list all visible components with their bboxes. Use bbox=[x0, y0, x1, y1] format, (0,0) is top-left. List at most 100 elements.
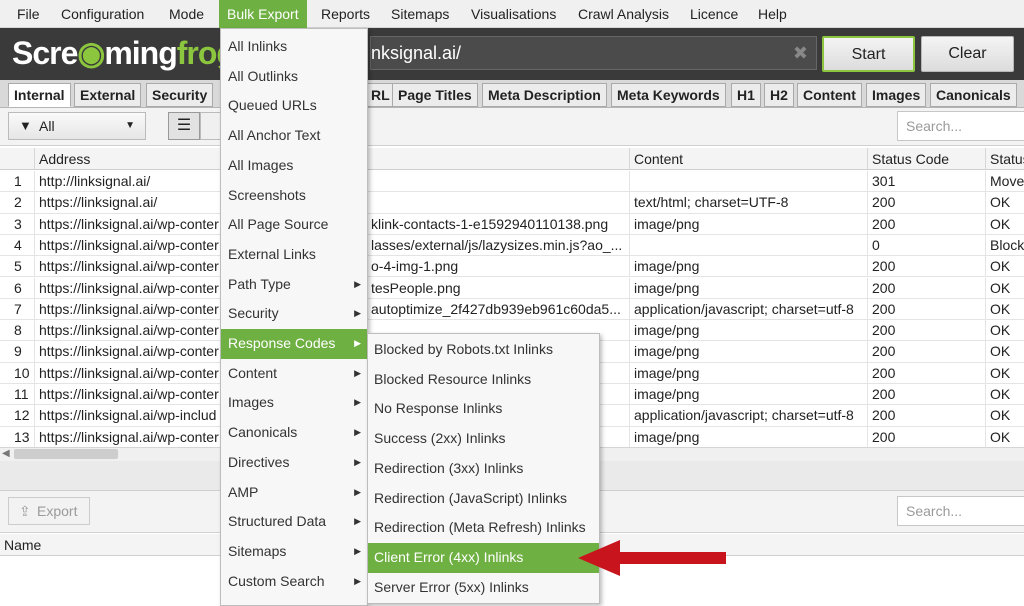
cell-status: OK bbox=[985, 277, 1024, 299]
menu-reports[interactable]: Reports bbox=[321, 0, 370, 28]
table-row[interactable]: 4 https://linksignal.ai/wp-conter lasses/e… bbox=[0, 234, 1024, 257]
url-input[interactable]: nksignal.ai/ ✖ bbox=[370, 36, 817, 70]
menu-item-images[interactable]: Images ▶ bbox=[221, 388, 367, 418]
clear-button[interactable]: Clear bbox=[921, 36, 1014, 72]
submenu-item-redirection-3xx-inlinks[interactable]: Redirection (3xx) Inlinks bbox=[368, 454, 599, 484]
cell-address-overflow: autoptimize_2f427db939eb961c60da5... bbox=[366, 298, 629, 320]
tab-internal[interactable]: Internal bbox=[8, 83, 71, 107]
cell-status-code: 200 bbox=[867, 362, 985, 384]
table-row[interactable]: 3 https://linksignal.ai/wp-conter klink-co… bbox=[0, 213, 1024, 235]
menu-item-all-images[interactable]: All Images bbox=[221, 151, 367, 181]
table-row[interactable]: 7 https://linksignal.ai/wp-conter autoptim… bbox=[0, 298, 1024, 321]
menu-item-label: Canonicals bbox=[228, 424, 298, 441]
filter-toolbar bbox=[0, 108, 1024, 146]
submenu-item-blocked-resource-inlinks[interactable]: Blocked Resource Inlinks bbox=[368, 365, 599, 395]
cell-status-code: 200 bbox=[867, 277, 985, 299]
menu-item-screenshots[interactable]: Screenshots bbox=[221, 181, 367, 211]
menu-help[interactable]: Help bbox=[758, 0, 787, 28]
menu-item-response-codes[interactable]: Response Codes ▶ bbox=[221, 329, 367, 359]
cell-status: OK bbox=[985, 426, 1024, 448]
tab-canonicals[interactable]: Canonicals bbox=[930, 83, 1017, 107]
cell-content: image/png bbox=[629, 384, 867, 405]
cell-status: OK bbox=[985, 256, 1024, 278]
submenu-item-no-response-inlinks[interactable]: No Response Inlinks bbox=[368, 394, 599, 424]
submenu-item-success-2xx-inlinks[interactable]: Success (2xx) Inlinks bbox=[368, 424, 599, 454]
app-logo: Scre◉mingfrog bbox=[12, 35, 236, 71]
menu-item-all-inlinks[interactable]: All Inlinks bbox=[221, 32, 367, 62]
cell-address: https://linksignal.ai/wp-conter bbox=[34, 341, 220, 363]
tab-bar: Internal External Security RL Page Title… bbox=[0, 80, 1024, 108]
menu-sitemaps[interactable]: Sitemaps bbox=[391, 0, 449, 28]
menu-configuration[interactable]: Configuration bbox=[61, 0, 144, 28]
tab-h1[interactable]: H1 bbox=[731, 83, 761, 107]
menu-crawl-analysis[interactable]: Crawl Analysis bbox=[578, 0, 669, 28]
cell-content bbox=[629, 234, 867, 256]
menu-bulk-export[interactable]: Bulk Export bbox=[219, 0, 307, 28]
chevron-right-icon: ▶ bbox=[354, 367, 361, 378]
menu-item-content[interactable]: Content ▶ bbox=[221, 359, 367, 389]
cell-address: https://linksignal.ai/wp-conter bbox=[34, 384, 220, 405]
table-row[interactable]: 5 https://linksignal.ai/wp-conter o-4-img-… bbox=[0, 256, 1024, 278]
tab-meta-keywords[interactable]: Meta Keywords bbox=[611, 83, 726, 107]
menu-item-structured-data[interactable]: Structured Data ▶ bbox=[221, 507, 367, 537]
tab-security[interactable]: Security bbox=[146, 83, 214, 107]
menu-item-external-links[interactable]: External Links bbox=[221, 240, 367, 270]
list-view-button[interactable]: ☰ bbox=[168, 112, 200, 140]
menu-item-canonicals[interactable]: Canonicals ▶ bbox=[221, 418, 367, 448]
export-button[interactable]: ⇪ Export bbox=[8, 497, 90, 525]
menu-file[interactable]: File bbox=[17, 0, 40, 28]
tab-external[interactable]: External bbox=[74, 83, 142, 107]
submenu-item-blocked-by-robots-txt-inlinks[interactable]: Blocked by Robots.txt Inlinks bbox=[368, 335, 599, 365]
menu-mode[interactable]: Mode bbox=[169, 0, 204, 28]
menu-licence[interactable]: Licence bbox=[690, 0, 738, 28]
submenu-item-redirection-meta-refresh-inlinks[interactable]: Redirection (Meta Refresh) Inlinks bbox=[368, 513, 599, 543]
row-number: 6 bbox=[14, 279, 22, 296]
submenu-item-redirection-javascript-inlinks[interactable]: Redirection (JavaScript) Inlinks bbox=[368, 484, 599, 514]
menu-item-queued-urls[interactable]: Queued URLs bbox=[221, 91, 367, 121]
tab-meta-description[interactable]: Meta Description bbox=[482, 83, 607, 107]
submenu-item-server-error-5xx-inlinks[interactable]: Server Error (5xx) Inlinks bbox=[368, 573, 599, 603]
search-input[interactable]: Search... bbox=[897, 111, 1024, 141]
table-row[interactable]: 1 http://linksignal.ai/301 Move bbox=[0, 171, 1024, 193]
row-number: 4 bbox=[14, 236, 22, 253]
cell-status: OK bbox=[985, 341, 1024, 363]
menu-item-custom-search[interactable]: Custom Search ▶ bbox=[221, 567, 367, 597]
tab-h2[interactable]: H2 bbox=[764, 83, 794, 107]
tab-images[interactable]: Images bbox=[866, 83, 927, 107]
funnel-icon: ▼ bbox=[19, 118, 32, 133]
menu-item-custom-extraction[interactable]: Custom Extraction ▶ bbox=[221, 596, 367, 605]
tab-page-titles[interactable]: Page Titles bbox=[392, 83, 478, 107]
menu-item-directives[interactable]: Directives ▶ bbox=[221, 448, 367, 478]
column-header-status[interactable]: Status bbox=[985, 148, 1024, 170]
menu-item-label: All Outlinks bbox=[228, 67, 299, 84]
column-header-content[interactable]: Content bbox=[629, 148, 683, 170]
menu-item-security[interactable]: Security ▶ bbox=[221, 299, 367, 329]
table-row[interactable]: 2 https://linksignal.ai/text/html; charse… bbox=[0, 192, 1024, 214]
menu-item-label: AMP bbox=[228, 483, 259, 500]
tab-content[interactable]: Content bbox=[797, 83, 862, 107]
filter-dropdown[interactable]: ▼ All ▼ bbox=[8, 112, 146, 140]
menu-item-all-outlinks[interactable]: All Outlinks bbox=[221, 62, 367, 92]
submenu-item-client-error-4xx-inlinks[interactable]: Client Error (4xx) Inlinks bbox=[368, 542, 599, 573]
tree-view-button[interactable] bbox=[200, 112, 222, 140]
bottom-search-input[interactable]: Search... bbox=[897, 496, 1024, 526]
scroll-left-icon[interactable]: ◀ bbox=[2, 447, 10, 461]
table-row[interactable]: 6 https://linksignal.ai/wp-conter tesPeopl… bbox=[0, 277, 1024, 299]
column-header-address[interactable]: Address bbox=[34, 148, 90, 170]
cell-address: https://linksignal.ai/ bbox=[34, 192, 220, 214]
menu-item-all-anchor-text[interactable]: All Anchor Text bbox=[221, 121, 367, 151]
scrollbar-thumb[interactable] bbox=[14, 449, 118, 459]
menu-item-sitemaps[interactable]: Sitemaps ▶ bbox=[221, 537, 367, 567]
menu-visualisations[interactable]: Visualisations bbox=[471, 0, 556, 28]
start-button[interactable]: Start bbox=[822, 36, 915, 72]
cell-content bbox=[629, 171, 867, 192]
menu-item-all-page-source[interactable]: All Page Source bbox=[221, 210, 367, 240]
chevron-right-icon: ▶ bbox=[354, 338, 361, 348]
menu-item-path-type[interactable]: Path Type ▶ bbox=[221, 270, 367, 300]
menu-item-amp[interactable]: AMP ▶ bbox=[221, 478, 367, 508]
row-number: 3 bbox=[14, 215, 22, 232]
menu-item-label: Response Codes bbox=[228, 335, 336, 351]
clear-url-icon[interactable]: ✖ bbox=[793, 37, 808, 69]
chevron-right-icon: ▶ bbox=[354, 516, 361, 527]
column-header-status-code[interactable]: Status Code bbox=[867, 148, 949, 170]
